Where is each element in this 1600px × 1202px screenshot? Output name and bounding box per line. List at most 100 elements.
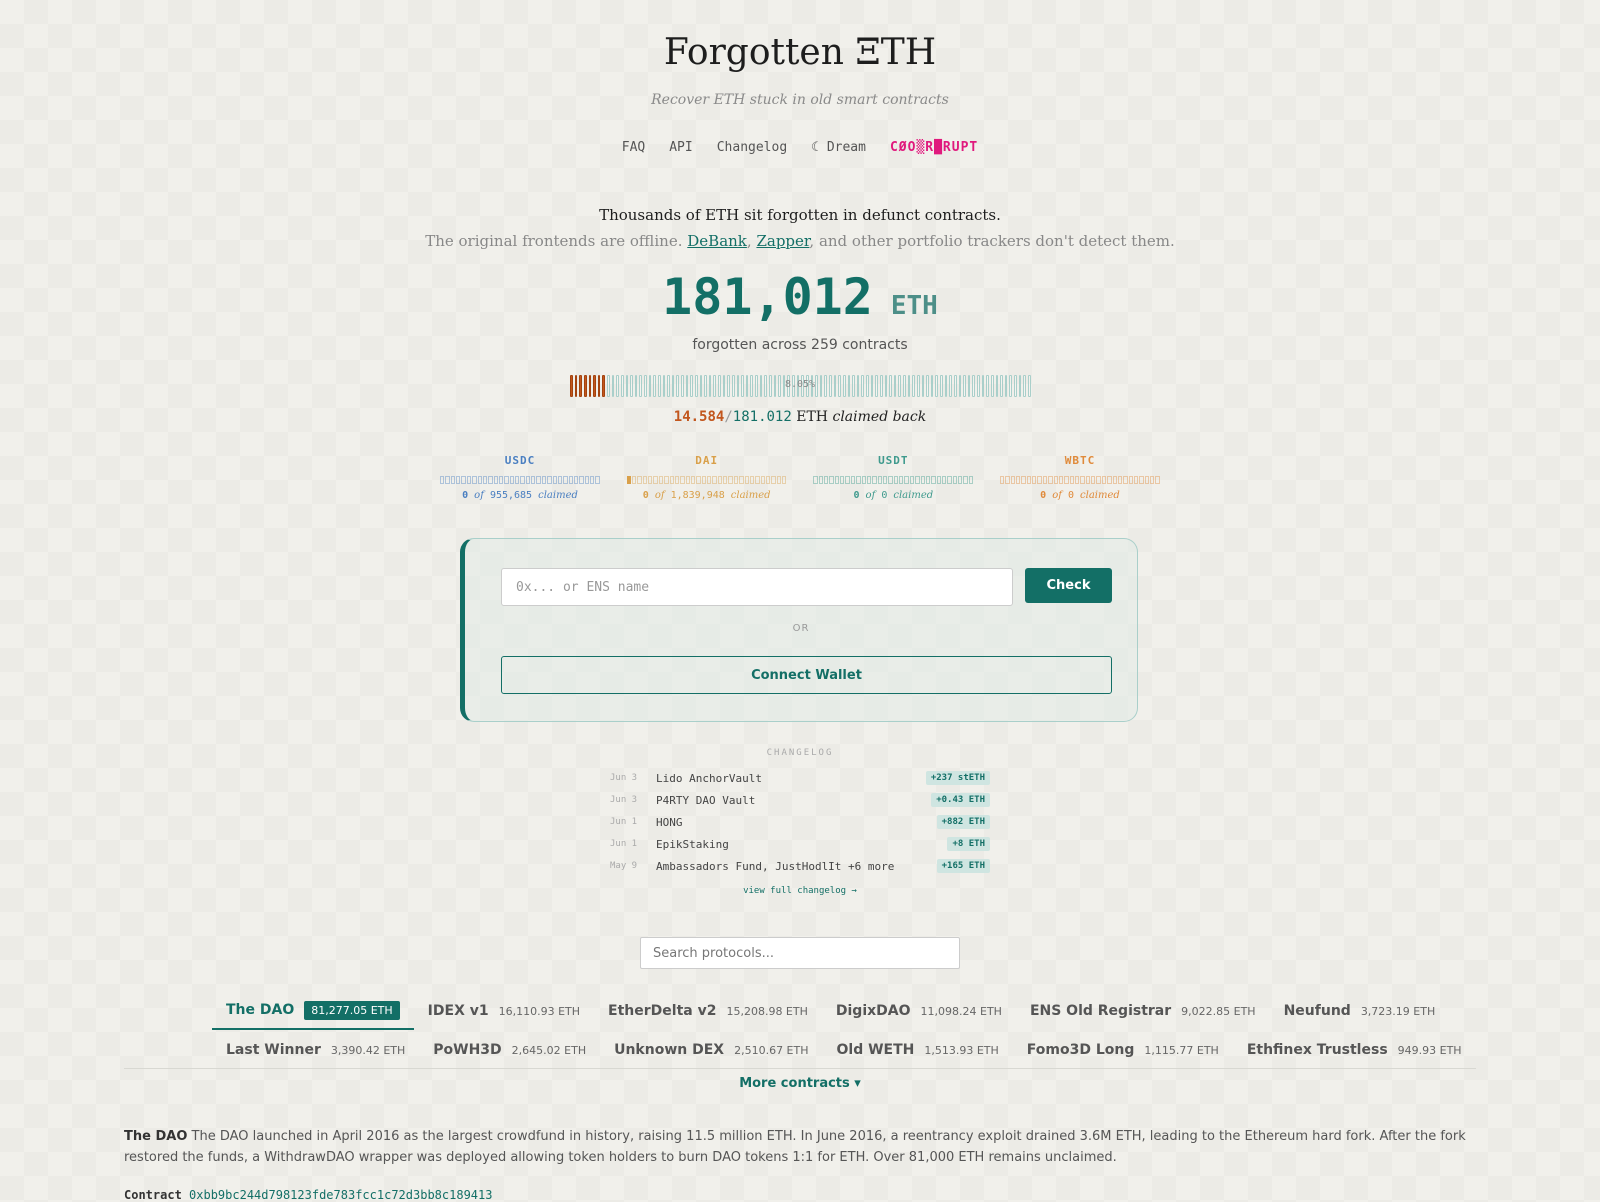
claimed-eth: 14.584 [673, 409, 725, 425]
token-bar-segment [595, 476, 600, 484]
token-claimed-text: 0 of 1,839,948 claimed [627, 490, 787, 501]
token-progress-bar [440, 476, 600, 484]
token-bar-segment [658, 476, 664, 484]
token-bar-segment [568, 476, 573, 484]
protocol-tab[interactable]: Unknown DEX 2,510.67 ETH [600, 1032, 822, 1068]
protocol-description: The DAO The DAO launched in April 2016 a… [124, 1126, 1476, 1168]
changelog-entry[interactable]: May 9 Ambassadors Fund, JustHodlIt +6 mor… [610, 855, 990, 877]
changelog-entry[interactable]: Jun 1 HONG +882 ETH [610, 811, 990, 833]
token-bar-segment [531, 476, 536, 484]
changelog-badge: +882 ETH [936, 815, 990, 829]
token-bar-segment [728, 476, 733, 484]
nav-dream[interactable]: ☾ Dream [811, 140, 866, 155]
claimed-unit: ETH [796, 409, 829, 425]
intro-headline: Thousands of ETH sit forgotten in defunc… [599, 206, 1001, 224]
token-bar-segment [488, 476, 493, 484]
token-bar-segment [829, 476, 834, 484]
protocol-tab[interactable]: DigixDAO 11,098.24 ETH [822, 993, 1016, 1029]
protocol-tab-value: 949.93 ETH [1397, 1043, 1462, 1057]
claimed-slash: / [724, 409, 733, 425]
protocol-search-input[interactable] [640, 937, 960, 969]
token-of: of [474, 490, 484, 501]
token-claims: USDC 0 of 955,685 claimed DAI 0 of 1,839,94… [440, 454, 1160, 501]
token-bar-segment [696, 476, 701, 484]
changelog-date: Jun 1 [610, 839, 638, 849]
changelog-entry[interactable]: Jun 3 Lido AnchorVault +237 stETH [610, 767, 990, 789]
more-contracts-button[interactable]: More contracts ▾ [0, 1076, 1600, 1091]
protocol-tab[interactable]: EtherDelta v2 15,208.98 ETH [594, 993, 822, 1029]
token-bar-segment [653, 476, 658, 484]
or-divider: OR [792, 623, 810, 634]
protocol-tab[interactable]: Fomo3D Long 1,115.77 ETH [1013, 1032, 1233, 1068]
main-nav: FAQ API Changelog ☾ Dream CØO▒R█RUPT [0, 140, 1600, 155]
token-bar-segment [504, 476, 509, 484]
token-bar-segment [958, 476, 963, 484]
view-changelog-link[interactable]: view full changelog → [0, 886, 1600, 896]
connect-wallet-button[interactable]: Connect Wallet [501, 656, 1112, 694]
token-bar-segment [1155, 476, 1160, 484]
token-bar-segment [482, 476, 488, 484]
address-input[interactable] [501, 568, 1013, 606]
token-bar-segment [466, 476, 472, 484]
token-bar-segment [450, 476, 456, 484]
debank-link[interactable]: DeBank [687, 232, 747, 250]
token-bar-segment [637, 476, 642, 484]
token-bar-segment [915, 476, 920, 484]
protocol-tab[interactable]: Neufund 3,723.19 ETH [1270, 993, 1450, 1029]
token-bar-segment [563, 476, 568, 484]
protocol-tab[interactable]: IDEX v1 16,110.93 ETH [414, 993, 594, 1029]
protocol-name: The DAO [124, 1129, 188, 1144]
token-progress-bar [999, 476, 1160, 484]
token-claimed: 0 [642, 490, 649, 501]
changelog-badge: +0.43 ETH [931, 793, 990, 807]
check-button[interactable]: Check [1025, 568, 1112, 603]
token-bar-segment [1075, 476, 1080, 484]
token-progress-bar [813, 476, 974, 484]
nav-api[interactable]: API [669, 140, 692, 155]
changelog-badge: +237 stETH [925, 771, 990, 785]
token-bar-segment [1042, 476, 1048, 484]
token-claim-dai: DAI 0 of 1,839,948 claimed [626, 454, 787, 501]
protocol-tab[interactable]: Ethfinex Trustless 949.93 ETH [1233, 1032, 1476, 1068]
token-bar-segment [1064, 476, 1069, 484]
site-title: Forgotten ΞTH [663, 32, 937, 73]
protocol-tabs-row-1: The DAO 81,277.05 ETH IDEX v1 16,110.93 ETH… [212, 992, 1435, 1030]
token-bar-segment [968, 476, 974, 484]
changelog-entry[interactable]: Jun 3 P4RTY DAO Vault +0.43 ETH [610, 789, 990, 811]
changelog-name: Lido AnchorVault [656, 771, 762, 785]
nav-faq[interactable]: FAQ [622, 140, 645, 155]
token-bar-segment [712, 476, 717, 484]
token-bar-segment [717, 476, 723, 484]
protocol-tab-name: PoWH3D [433, 1042, 502, 1058]
protocol-tab-name: Ethfinex Trustless [1246, 1042, 1388, 1058]
token-bar-segment [536, 476, 541, 484]
protocol-tab-name: Fomo3D Long [1026, 1042, 1135, 1058]
token-bar-segment [782, 476, 787, 484]
protocol-tab[interactable]: ENS Old Registrar 9,022.85 ETH [1016, 993, 1270, 1029]
token-bar-segment [445, 476, 450, 484]
protocol-tab[interactable]: PoWH3D 2,645.02 ETH [419, 1032, 600, 1068]
intro-prefix: The original frontends are offline. [425, 232, 683, 250]
protocol-tab[interactable]: Last Winner 3,390.42 ETH [212, 1032, 419, 1068]
protocol-tab-name: DigixDAO [835, 1003, 911, 1019]
token-bar-segment [498, 476, 504, 484]
zapper-link[interactable]: Zapper [756, 232, 809, 250]
changelog-name: P4RTY DAO Vault [656, 793, 756, 807]
nav-corrupt[interactable]: CØO▒R█RUPT [890, 140, 978, 155]
token-suffix: claimed [538, 490, 578, 501]
token-bar-segment [1032, 476, 1037, 484]
token-bar-segment [931, 476, 936, 484]
changelog-date: Jun 3 [610, 795, 638, 805]
token-bar-segment [520, 476, 525, 484]
token-symbol: USDT [878, 454, 909, 467]
token-bar-segment [1101, 476, 1107, 484]
token-bar-segment [1016, 476, 1021, 484]
token-symbol: WBTC [1064, 454, 1096, 467]
protocol-tab[interactable]: The DAO 81,277.05 ETH [212, 992, 414, 1030]
token-symbol: DAI [695, 454, 719, 467]
nav-changelog[interactable]: Changelog [717, 140, 787, 155]
protocol-tab[interactable]: Old WETH 1,513.93 ETH [823, 1032, 1013, 1068]
token-bar-segment [1053, 476, 1058, 484]
protocol-tab-value: 3,390.42 ETH [330, 1043, 406, 1057]
changelog-entry[interactable]: Jun 1 EpikStaking +8 ETH [610, 833, 990, 855]
